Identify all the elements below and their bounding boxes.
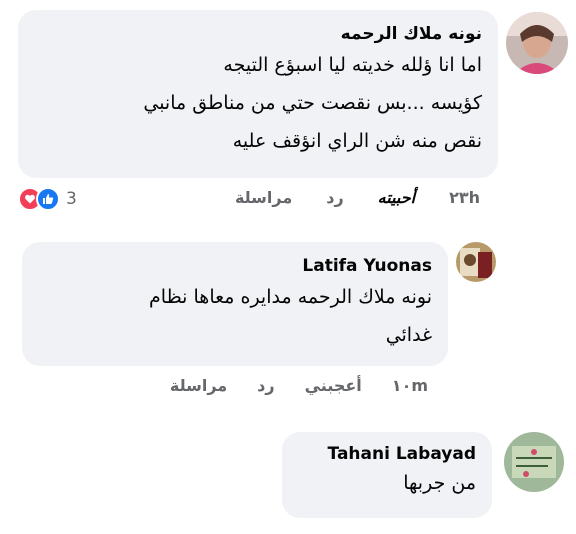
- comment-text-line: غدائي: [385, 324, 432, 346]
- reply-button[interactable]: رد: [257, 376, 274, 395]
- reaction-count: 3: [66, 189, 77, 209]
- comment-text-line: اما انا ؤلله خديته ليا اسبؤع التيجه: [223, 54, 482, 76]
- comment-time[interactable]: ٢٣h: [449, 188, 480, 207]
- comment-author[interactable]: نونه ملاك الرحمه: [30, 24, 482, 44]
- comment-actions: ٢٣h أحبيته رد مراسلة: [235, 188, 480, 207]
- comment-text-line: نقص منه شن الراي انؤقف عليه: [232, 130, 482, 152]
- avatar-latifa[interactable]: [456, 242, 496, 282]
- reply-button[interactable]: رد: [326, 188, 343, 207]
- comment-author[interactable]: Latifa Yuonas: [34, 256, 432, 276]
- reaction-summary[interactable]: 3: [18, 187, 77, 211]
- comment-bubble: Tahani Labayad من جربها: [282, 432, 492, 518]
- comment-author[interactable]: Tahani Labayad: [294, 444, 476, 464]
- comment-bubble: Latifa Yuonas نونه ملاك الرحمه مدايره مع…: [22, 242, 448, 366]
- like-button[interactable]: أحبيته: [378, 188, 415, 207]
- comment-text-line: نونه ملاك الرحمه مدايره معاها نظام: [149, 286, 432, 308]
- message-button[interactable]: مراسلة: [235, 188, 292, 207]
- like-icon: [36, 187, 60, 211]
- comment-text-line: من جربها: [403, 472, 476, 494]
- avatar-nona[interactable]: [506, 12, 568, 74]
- comment-bubble: نونه ملاك الرحمه اما انا ؤلله خديته ليا …: [18, 10, 498, 178]
- comment-time[interactable]: ١٠m: [392, 376, 428, 395]
- comment-text-line: كؤيسه ...بس نقصت حتي من مناطق مانبي: [143, 92, 482, 114]
- comment-actions: ١٠m أعجبني رد مراسلة: [170, 376, 428, 395]
- avatar-tahani[interactable]: [504, 432, 564, 492]
- like-button[interactable]: أعجبني: [305, 376, 362, 395]
- message-button[interactable]: مراسلة: [170, 376, 227, 395]
